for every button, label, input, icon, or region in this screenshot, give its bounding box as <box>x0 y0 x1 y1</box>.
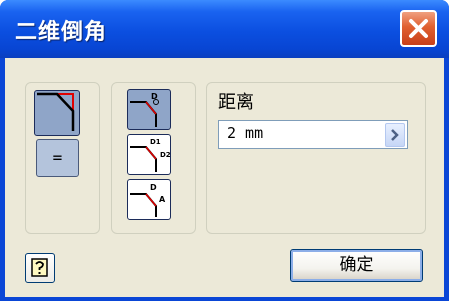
method-d-label: D <box>151 92 158 101</box>
method-distance-angle-button[interactable]: D A <box>127 179 171 220</box>
chamfer-distance-angle-icon: D A <box>130 183 166 217</box>
ok-button[interactable]: 确定 <box>290 249 423 282</box>
help-icon <box>31 258 48 277</box>
equal-sign: = <box>52 148 63 167</box>
close-button[interactable] <box>400 10 437 47</box>
method-d1-label: D1 <box>150 138 161 146</box>
chamfer-distance-method-icon: D <box>130 92 159 127</box>
equal-distance-button[interactable]: = <box>36 139 79 177</box>
close-icon <box>409 19 428 38</box>
chamfer-distance-icon <box>37 92 75 131</box>
method-a-label: A <box>159 195 166 204</box>
distance-value: 2 mm <box>227 124 264 142</box>
distance-input[interactable]: 2 mm <box>218 120 408 149</box>
method-two-distances-button[interactable]: D1 D2 <box>127 134 171 175</box>
chamfer-two-distances-icon: D1 D2 <box>130 138 170 172</box>
distance-spin-button[interactable] <box>385 123 405 147</box>
dialog-body: = D D1 D2 D A 距离 2 mm 确定 <box>5 58 444 297</box>
dialog-window: 二维倒角 = D D1 D2 D A 距离 2 mm 确定 <box>0 0 449 301</box>
window-title: 二维倒角 <box>15 20 108 45</box>
distance-mode-button[interactable] <box>34 90 80 136</box>
title-bar[interactable]: 二维倒角 <box>0 0 449 58</box>
method-d2-label: D2 <box>160 151 170 159</box>
method-distance-button[interactable]: D <box>127 89 171 130</box>
help-button[interactable] <box>25 253 55 283</box>
distance-label: 距离 <box>218 92 254 113</box>
chevron-right-icon <box>391 129 399 141</box>
method-d-label-2: D <box>150 183 157 192</box>
